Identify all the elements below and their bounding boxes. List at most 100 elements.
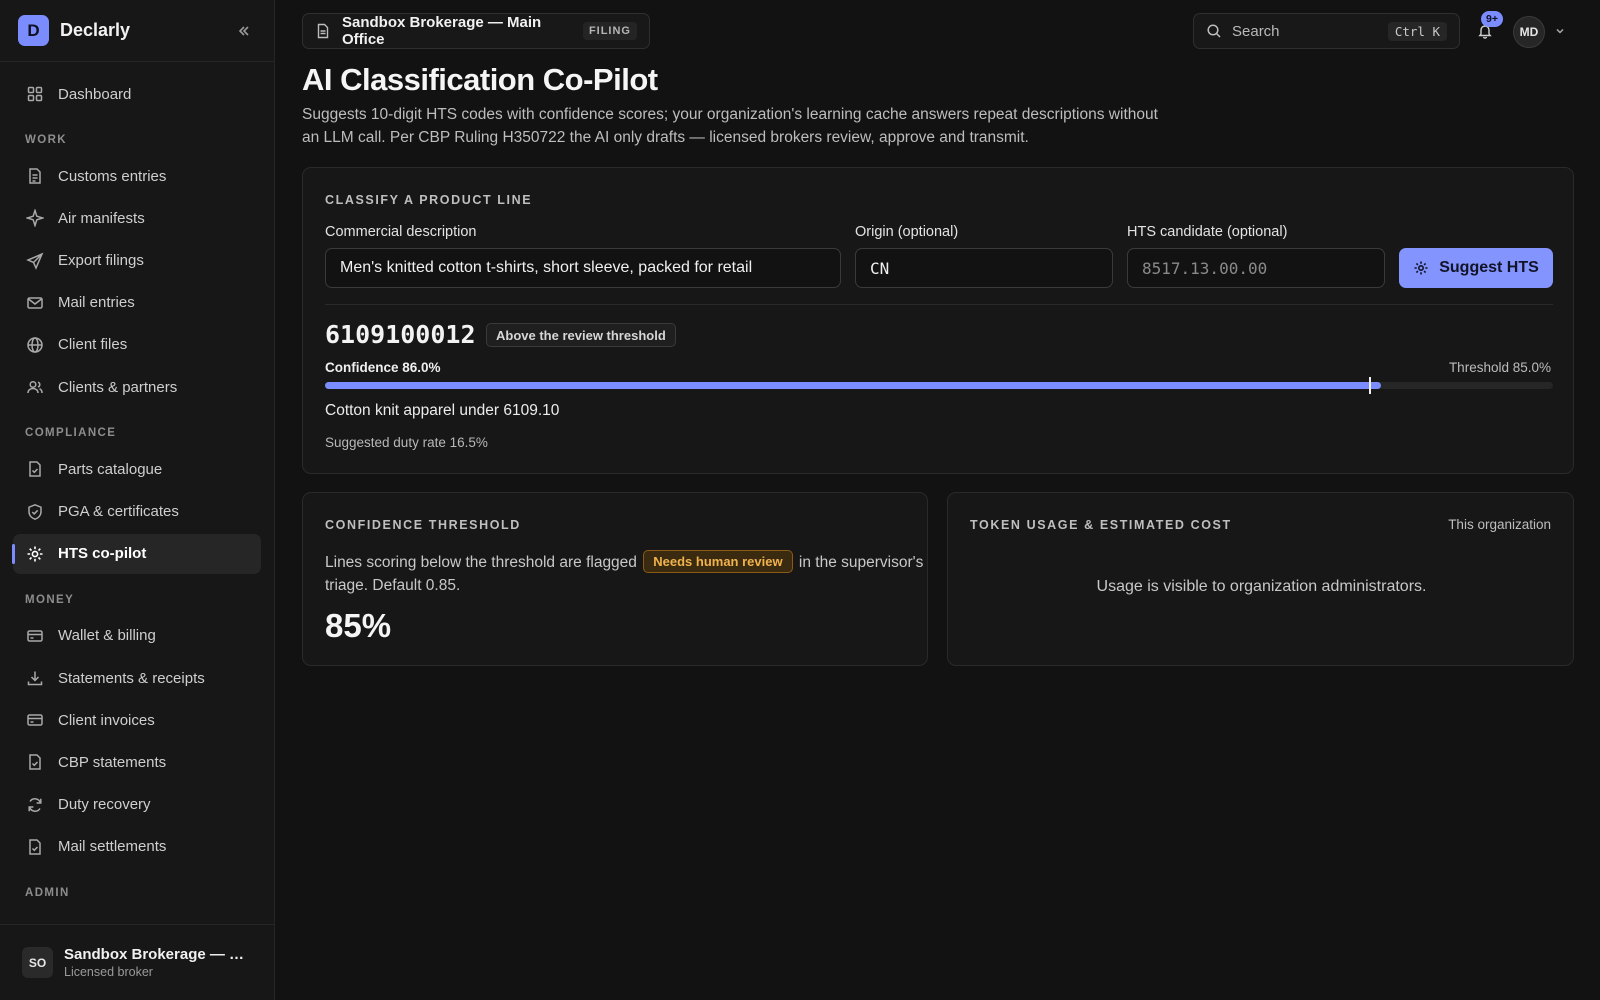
section-label-money: MONEY (25, 593, 75, 606)
search-input[interactable]: Search Ctrl K (1193, 13, 1460, 49)
sidebar-item-mail-entries[interactable]: Mail entries (13, 283, 261, 323)
sidebar-item-label: PGA & certificates (58, 503, 179, 520)
token-usage-card: TOKEN USAGE & ESTIMATED COST This organi… (947, 492, 1574, 666)
usage-scope: This organization (1448, 517, 1551, 532)
origin-input[interactable]: CN (855, 248, 1113, 288)
file-check-icon (26, 753, 44, 771)
origin-label: Origin (optional) (855, 224, 959, 240)
user-avatar[interactable]: MD (1513, 16, 1545, 48)
description-label: Commercial description (325, 224, 477, 240)
account-name: Sandbox Brokerage — Main Office (64, 946, 252, 963)
sparkle-icon (26, 209, 44, 228)
sidebar-item-label: Mail settlements (58, 838, 167, 856)
account-switcher[interactable]: SO Sandbox Brokerage — Main Office Licen… (0, 924, 274, 1000)
send-icon (26, 252, 44, 270)
threshold-marker (1368, 377, 1371, 394)
search-shortcut: Ctrl K (1387, 21, 1447, 41)
sidebar-item-client-files[interactable]: Client files (13, 325, 261, 365)
section-label-compliance: COMPLIANCE (25, 427, 117, 440)
chevron-down-icon[interactable] (1553, 24, 1567, 38)
card-title: CLASSIFY A PRODUCT LINE (325, 193, 533, 207)
file-check-icon (26, 460, 44, 478)
sidebar-item-label: HTS co-pilot (58, 545, 147, 563)
sun-icon (1413, 260, 1429, 276)
search-placeholder: Search (1232, 22, 1280, 40)
sidebar-item-parts-catalogue[interactable]: Parts catalogue (13, 449, 261, 489)
suggest-hts-button[interactable]: Suggest HTS (1399, 248, 1553, 288)
confidence-bar (325, 377, 1553, 394)
sidebar-item-label: Customs entries (58, 167, 167, 185)
classification-explanation: Cotton knit apparel under 6109.10 (325, 402, 560, 419)
sidebar-item-label: Wallet & billing (58, 627, 156, 645)
sun-icon (26, 545, 44, 563)
mail-icon (26, 294, 44, 312)
page-title: AI Classification Co-Pilot (302, 62, 658, 97)
suggested-hts-code: 6109100012 (325, 320, 476, 349)
sidebar-item-hts-co-pilot[interactable]: HTS co-pilot (12, 533, 261, 574)
office-selector[interactable]: Sandbox Brokerage — Main Office FILING (302, 13, 650, 49)
notification-count-badge: 9+ (1481, 11, 1503, 27)
sidebar-item-air-manifests[interactable]: Air manifests (13, 198, 261, 238)
sidebar-item-duty-recovery[interactable]: Duty recovery (13, 785, 261, 825)
usage-visibility-message: Usage is visible to organization adminis… (1096, 578, 1427, 595)
sidebar: D Declarly Dashboard WORK Customs entrie… (0, 0, 275, 1000)
sidebar-item-label: CBP statements (58, 753, 167, 771)
threshold-text-before: Lines scoring below the threshold are fl… (325, 554, 637, 571)
account-role: Licensed broker (64, 965, 153, 979)
sidebar-item-label: Client files (58, 336, 128, 354)
avatar: SO (22, 947, 53, 978)
section-label-admin: ADMIN (25, 887, 70, 899)
office-name: Sandbox Brokerage — Main Office (342, 14, 542, 48)
sidebar-item-pga-certificates[interactable]: PGA & certificates (13, 492, 261, 532)
divider (325, 304, 1553, 305)
download-icon (26, 669, 44, 687)
suggested-duty-rate: Suggested duty rate 16.5% (325, 435, 488, 450)
page-description: Suggests 10-digit HTS codes with confide… (302, 106, 1158, 146)
grid-icon (26, 85, 44, 103)
refresh-icon (26, 796, 44, 814)
button-label: Suggest HTS (1439, 259, 1539, 276)
sidebar-item-label: Statements & receipts (58, 669, 205, 687)
section-label-work: WORK (25, 134, 68, 147)
sidebar-item-cbp-statements[interactable]: CBP statements (13, 742, 261, 782)
sidebar-item-dashboard[interactable]: Dashboard (13, 74, 261, 114)
card-title: TOKEN USAGE & ESTIMATED COST (970, 518, 1232, 532)
shield-icon (26, 503, 44, 521)
sidebar-item-label: Clients & partners (58, 378, 178, 396)
hts-candidate-label: HTS candidate (optional) (1127, 224, 1288, 240)
account-meta: Sandbox Brokerage — Main Office Licensed… (64, 946, 252, 979)
hts-candidate-input[interactable]: 8517.13.00.00 (1127, 248, 1385, 288)
sidebar-item-label: Dashboard (58, 85, 132, 103)
sidebar-item-customs-entries[interactable]: Customs entries (13, 156, 261, 196)
users-icon (26, 378, 44, 396)
threshold-description: Lines scoring below the threshold are fl… (325, 550, 925, 597)
sidebar-nav: Dashboard WORK Customs entries Air manif… (0, 62, 274, 909)
collapse-sidebar-icon[interactable] (232, 19, 256, 43)
sidebar-item-label: Export filings (58, 252, 144, 270)
commercial-description-input[interactable]: Men's knitted cotton t-shirts, short sle… (325, 248, 841, 288)
document-icon (315, 23, 331, 39)
classify-card: CLASSIFY A PRODUCT LINE Commercial descr… (302, 167, 1574, 474)
sidebar-item-label: Air manifests (58, 209, 145, 227)
sidebar-item-mail-settlements[interactable]: Mail settlements (13, 827, 261, 867)
card-title: CONFIDENCE THRESHOLD (325, 518, 521, 532)
sidebar-item-export-filings[interactable]: Export filings (13, 241, 261, 281)
sidebar-item-client-invoices[interactable]: Client invoices (13, 700, 261, 740)
sidebar-item-clients-partners[interactable]: Clients & partners (13, 367, 261, 407)
search-icon (1206, 23, 1222, 39)
threshold-value: 85% (325, 607, 392, 644)
sidebar-item-statements-receipts[interactable]: Statements & receipts (13, 658, 261, 698)
status-badge: Above the review threshold (486, 323, 676, 347)
needs-review-badge: Needs human review (643, 550, 793, 573)
app-logo[interactable]: D (18, 15, 49, 46)
sidebar-item-label: Client invoices (58, 711, 155, 729)
app-name: Declarly (60, 20, 131, 40)
globe-icon (26, 336, 44, 354)
sidebar-item-wallet-billing[interactable]: Wallet & billing (13, 616, 261, 656)
sidebar-item-label: Mail entries (58, 294, 135, 312)
sidebar-item-label: Parts catalogue (58, 460, 163, 478)
card-icon (26, 711, 44, 729)
threshold-label: Threshold 85.0% (1448, 360, 1551, 375)
sidebar-item-label: Duty recovery (58, 796, 151, 814)
office-mode-badge: FILING (582, 22, 637, 40)
